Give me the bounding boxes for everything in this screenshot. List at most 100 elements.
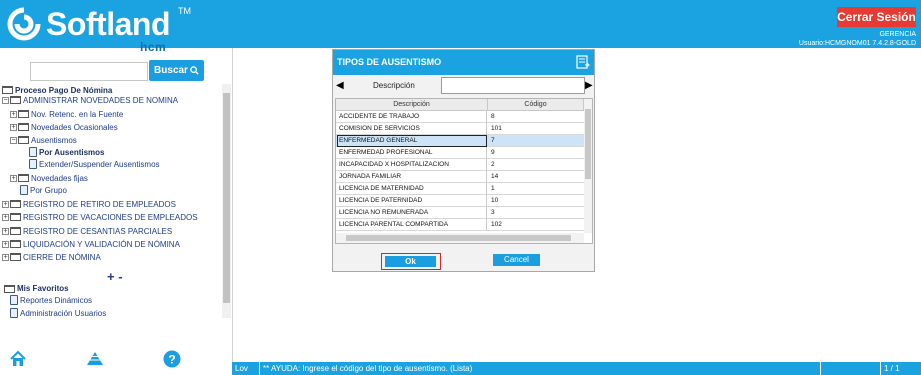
ausentismo-grid: Descripción Código ACCIDENTE DE TRABAJO … xyxy=(335,98,593,244)
tree-item-administrar-novedades[interactable]: − ADMINISTRAR NOVEDADES DE NOMINA xyxy=(2,94,178,106)
tree-item-label: CIERRE DE NÓMINA xyxy=(23,252,101,262)
table-row[interactable]: COMISION DE SERVICIOS 101 xyxy=(336,123,585,135)
tree-item-liquidacion-nomina[interactable]: + LIQUIDACIÓN Y VALIDACIÓN DE NÓMINA xyxy=(2,238,180,250)
status-divider xyxy=(259,362,260,375)
collapse-icon[interactable]: − xyxy=(2,96,9,104)
table-row[interactable]: LICENCIA NO REMUNERADA 3 xyxy=(336,207,585,219)
cell-descripcion: LICENCIA DE MATERNIDAD xyxy=(337,183,487,195)
cell-descripcion: ENFERMEDAD PROFESIONAL xyxy=(337,147,487,159)
ok-button[interactable]: Ok xyxy=(385,256,436,267)
document-icon xyxy=(10,295,18,305)
folder-icon xyxy=(18,110,29,118)
status-lov: Lov xyxy=(235,364,248,373)
favorites-title: Mis Favoritos xyxy=(4,284,69,293)
favorite-item-admin-usuarios[interactable]: Administración Usuarios xyxy=(10,307,106,319)
ok-button-focus-frame: Ok xyxy=(381,253,441,270)
favorite-label: Reportes Dinámicos xyxy=(20,295,93,305)
document-icon xyxy=(29,147,37,157)
tree-item-por-grupo[interactable]: Por Grupo xyxy=(20,184,67,196)
tree-item-ausentismos[interactable]: − Ausentismos xyxy=(10,134,77,146)
cell-codigo: 102 xyxy=(488,219,585,231)
logout-button[interactable]: Cerrar Sesión xyxy=(837,7,916,27)
document-icon xyxy=(20,185,28,195)
expand-icon[interactable]: + xyxy=(10,110,17,118)
app-header: Softland TM hcm Cerrar Sesión GERENCIA U… xyxy=(0,0,921,54)
cell-descripcion: ENFERMEDAD GENERAL xyxy=(337,135,487,147)
cancel-button[interactable]: Cancel xyxy=(493,254,540,266)
table-row[interactable]: LICENCIA DE MATERNIDAD 1 xyxy=(336,183,585,195)
tree-item-cierre-nomina[interactable]: + CIERRE DE NÓMINA xyxy=(2,251,101,263)
tree-item-retiro-empleados[interactable]: + REGISTRO DE RETIRO DE EMPLEADOS xyxy=(2,198,176,210)
tree-item-retenc-fuente[interactable]: + Nov. Retenc. en la Fuente xyxy=(10,108,123,120)
expand-icon[interactable]: + xyxy=(2,227,9,235)
tree-item-label: Nov. Retenc. en la Fuente xyxy=(31,109,124,119)
folder-icon xyxy=(18,123,29,131)
table-row[interactable]: ACCIDENTE DE TRABAJO 8 xyxy=(336,111,585,123)
tree-item-label: LIQUIDACIÓN Y VALIDACIÓN DE NÓMINA xyxy=(23,239,180,249)
dialog-title: TIPOS DE AUSENTISMO xyxy=(333,50,594,75)
tree-item-vacaciones-empleados[interactable]: + REGISTRO DE VACACIONES DE EMPLEADOS xyxy=(2,211,198,223)
collapse-icon[interactable]: − xyxy=(10,136,17,144)
tree-item-label: REGISTRO DE VACACIONES DE EMPLEADOS xyxy=(23,212,198,222)
tree-scrollbar-thumb[interactable] xyxy=(223,93,230,303)
softland-logo: Softland xyxy=(6,4,170,44)
status-divider xyxy=(820,362,821,375)
user-info: Usuario:HCMGNOM01 7.4.2.8-GOLD xyxy=(798,40,916,47)
column-header-descripcion[interactable]: Descripción xyxy=(336,99,488,111)
folder-icon xyxy=(10,253,21,261)
search-button[interactable]: Buscar xyxy=(149,60,204,81)
cell-codigo: 2 xyxy=(488,159,585,171)
panel-divider xyxy=(232,48,233,362)
home-icon[interactable] xyxy=(9,350,27,368)
expand-icon[interactable]: + xyxy=(10,174,17,182)
grid-horizontal-thumb[interactable] xyxy=(346,235,571,241)
cell-descripcion: LICENCIA DE PATERNIDAD xyxy=(337,195,487,207)
table-row[interactable]: LICENCIA PARENTAL COMPARTIDA 102 xyxy=(336,219,585,231)
cell-codigo: 101 xyxy=(488,123,585,135)
table-row-selected[interactable]: ENFERMEDAD GENERAL 7 xyxy=(336,135,585,147)
table-row[interactable]: INCAPACIDAD X HOSPITALIZACION 2 xyxy=(336,159,585,171)
tree-item-extender-ausentismos[interactable]: Extender/Suspender Ausentismos xyxy=(29,158,160,170)
tipos-ausentismo-dialog: TIPOS DE AUSENTISMO ◀ Descripción ▶ Desc… xyxy=(332,49,595,272)
search-icon xyxy=(190,66,199,75)
table-row[interactable]: ENFERMEDAD PROFESIONAL 9 xyxy=(336,147,585,159)
cell-descripcion: ACCIDENTE DE TRABAJO xyxy=(337,111,487,123)
folder-icon xyxy=(2,86,13,94)
folder-icon xyxy=(18,174,29,182)
cell-descripcion: COMISION DE SERVICIOS xyxy=(337,123,487,135)
tree-item-label: Extender/Suspender Ausentismos xyxy=(39,159,160,169)
tree-item-por-ausentismos[interactable]: Por Ausentismos xyxy=(29,146,105,158)
expand-collapse-all[interactable]: + - xyxy=(107,269,123,284)
table-row[interactable]: LICENCIA DE PATERNIDAD 10 xyxy=(336,195,585,207)
tree-item-cesantias-parciales[interactable]: + REGISTRO DE CESANTIAS PARCIALES xyxy=(2,225,172,237)
help-icon[interactable]: ? xyxy=(163,350,181,368)
expand-icon[interactable]: + xyxy=(2,253,9,261)
search-input[interactable] xyxy=(30,62,148,81)
grid-vertical-thumb[interactable] xyxy=(585,109,591,179)
expand-icon[interactable]: + xyxy=(2,213,9,221)
cell-descripcion: JORNADA FAMILIAR xyxy=(337,171,487,183)
expand-icon[interactable]: + xyxy=(2,200,9,208)
favorite-item-reportes[interactable]: Reportes Dinámicos xyxy=(10,294,92,306)
expand-icon[interactable]: + xyxy=(2,240,9,248)
column-header-codigo[interactable]: Código xyxy=(488,99,584,111)
left-panel: Buscar Proceso Pago De Nómina − ADMINIST… xyxy=(0,48,232,362)
grid-vertical-scrollbar[interactable] xyxy=(584,99,592,233)
grid-horizontal-scrollbar[interactable] xyxy=(336,233,584,243)
status-divider xyxy=(880,362,881,375)
expand-icon[interactable]: + xyxy=(10,123,17,131)
next-arrow-icon[interactable]: ▶ xyxy=(585,80,593,91)
previous-arrow-icon[interactable]: ◀ xyxy=(336,80,344,91)
tree-item-novedades-fijas[interactable]: + Novedades fijas xyxy=(10,172,88,184)
cell-codigo: 9 xyxy=(488,147,585,159)
export-list-icon[interactable] xyxy=(576,55,590,69)
table-row[interactable]: JORNADA FAMILIAR 14 xyxy=(336,171,585,183)
cell-codigo: 8 xyxy=(488,111,585,123)
description-input[interactable] xyxy=(441,77,585,94)
layers-icon[interactable] xyxy=(86,350,104,368)
tree-item-label: Novedades Ocasionales xyxy=(31,122,118,132)
tree-item-label: Por Grupo xyxy=(30,185,67,195)
tree-scrollbar[interactable] xyxy=(222,84,231,318)
folder-icon xyxy=(18,136,29,144)
tree-item-novedades-ocasionales[interactable]: + Novedades Ocasionales xyxy=(10,121,118,133)
